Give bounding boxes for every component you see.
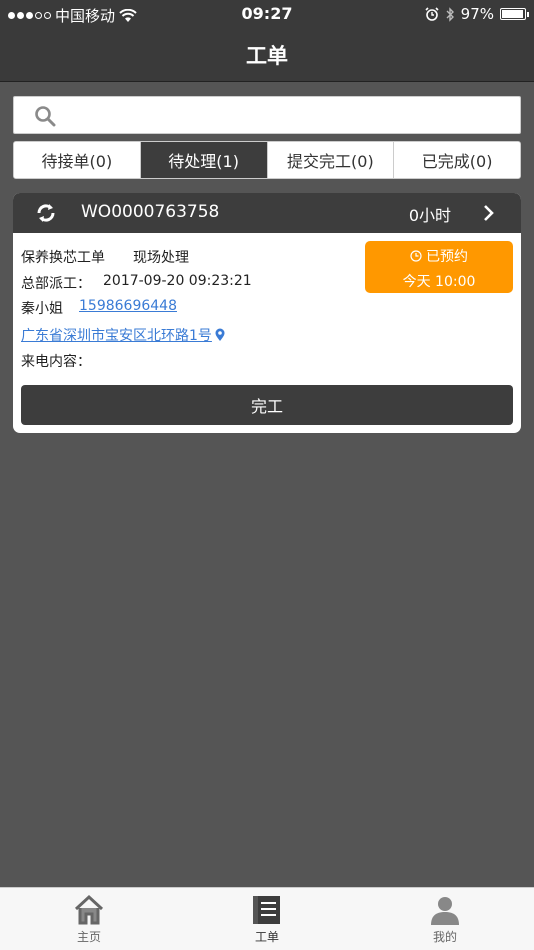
address-text: 广东省深圳市宝安区北环路1号 <box>21 328 212 344</box>
tabbar-label: 主页 <box>76 930 101 944</box>
phone-link[interactable]: 15986696448 <box>79 298 177 314</box>
tab-pending-accept[interactable]: 待接单(0) <box>14 142 141 178</box>
map-pin-icon <box>215 328 225 341</box>
badge-status: 已预约 <box>426 249 468 265</box>
status-bar: 中国移动 09:27 97% <box>0 0 534 28</box>
page-title: 工单 <box>246 44 288 68</box>
tab-completed[interactable]: 已完成(0) <box>394 142 520 178</box>
dispatch-label: 总部派工： <box>21 276 91 292</box>
bottom-tab-bar: 主页 工单 我的 <box>0 887 534 950</box>
tabbar-item-orders[interactable]: 工单 <box>178 888 356 950</box>
clock-icon <box>410 250 422 262</box>
status-tabs: 待接单(0) 待处理(1) 提交完工(0) 已完成(0) <box>13 141 521 179</box>
tabbar-item-home[interactable]: 主页 <box>0 888 178 950</box>
elapsed-hours: 0小时 <box>408 206 451 225</box>
order-number: WO0000763758 <box>81 202 220 222</box>
tabbar-label: 工单 <box>254 930 279 944</box>
battery-icon <box>500 8 529 20</box>
call-content-label: 来电内容： <box>21 354 91 370</box>
tabbar-label: 我的 <box>432 930 457 944</box>
nav-bar: 工单 <box>0 28 534 82</box>
contact-name: 秦小姐 <box>21 301 63 317</box>
chevron-right-icon[interactable] <box>483 204 495 222</box>
work-order-card: WO0000763758 0小时 保养换芯工单 现场处理 总部派工： 2017-… <box>13 193 521 433</box>
search-box[interactable] <box>13 96 521 134</box>
battery-percent: 97% <box>460 5 494 23</box>
status-right: 97% <box>425 5 529 23</box>
tab-to-process[interactable]: 待处理(1) <box>140 142 268 178</box>
refresh-icon[interactable] <box>35 202 57 224</box>
document-icon <box>253 896 280 924</box>
finish-button[interactable]: 完工 <box>21 385 513 425</box>
user-icon <box>431 897 459 925</box>
search-icon <box>35 106 56 127</box>
service-type: 现场处理 <box>133 250 189 266</box>
card-header[interactable]: WO0000763758 0小时 <box>13 193 521 233</box>
order-type: 保养换芯工单 <box>21 250 105 266</box>
search-input[interactable] <box>68 103 508 129</box>
dispatch-time: 2017-09-20 09:23:21 <box>103 273 252 289</box>
badge-time: 今天 10:00 <box>402 274 476 290</box>
tab-submitted[interactable]: 提交完工(0) <box>267 142 395 178</box>
badge-status-row: 已预约 <box>365 246 513 266</box>
alarm-icon <box>425 7 439 21</box>
bluetooth-icon <box>446 6 454 22</box>
tabbar-item-me[interactable]: 我的 <box>356 888 534 950</box>
home-icon <box>74 894 104 925</box>
address-link[interactable]: 广东省深圳市宝安区北环路1号 <box>21 325 225 345</box>
appointment-badge: 已预约 今天 10:00 <box>365 241 513 293</box>
